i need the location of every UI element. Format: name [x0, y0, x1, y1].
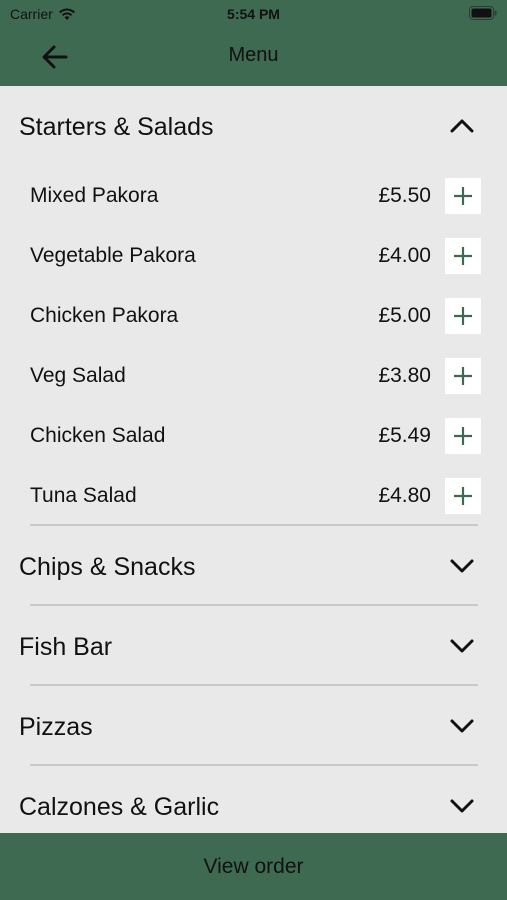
add-item-button[interactable] [445, 178, 481, 214]
item-price: £5.49 [378, 424, 431, 447]
item-name: Mixed Pakora [30, 184, 159, 207]
add-item-button[interactable] [445, 358, 481, 394]
view-order-label: View order [203, 854, 304, 878]
add-item-button[interactable] [445, 238, 481, 274]
chevron-down-icon[interactable] [447, 791, 477, 821]
chevron-up-icon[interactable] [447, 111, 477, 141]
add-item-button[interactable] [445, 478, 481, 514]
menu-item[interactable]: Chicken Salad £5.49 [0, 406, 507, 466]
add-item-button[interactable] [445, 298, 481, 334]
section-title: Chips & Snacks [19, 553, 196, 581]
plus-icon [454, 247, 472, 265]
header-bar: Carrier 5:54 PM Menu [0, 0, 507, 86]
plus-icon [454, 367, 472, 385]
chevron-down-icon[interactable] [447, 551, 477, 581]
status-time: 5:54 PM [227, 6, 280, 22]
chevron-down-icon[interactable] [447, 631, 477, 661]
status-bar: Carrier 5:54 PM [0, 0, 507, 28]
menu-item[interactable]: Vegetable Pakora £4.00 [0, 226, 507, 286]
plus-icon [454, 487, 472, 505]
plus-icon [454, 427, 472, 445]
battery-icon [469, 6, 497, 20]
item-price: £3.80 [378, 364, 431, 387]
section-title: Pizzas [19, 713, 93, 741]
section-title: Starters & Salads [19, 113, 214, 141]
menu-item[interactable]: Tuna Salad £4.80 [0, 466, 507, 526]
item-name: Veg Salad [30, 364, 126, 387]
item-price: £5.00 [378, 304, 431, 327]
item-name: Vegetable Pakora [30, 244, 196, 267]
menu-item[interactable]: Veg Salad £3.80 [0, 346, 507, 406]
section-header-pizzas[interactable]: Pizzas [0, 686, 507, 766]
item-name: Chicken Salad [30, 424, 166, 447]
section-title: Fish Bar [19, 633, 113, 661]
menu-item[interactable]: Chicken Pakora £5.00 [0, 286, 507, 346]
section-header-fish-bar[interactable]: Fish Bar [0, 606, 507, 686]
section-header-chips[interactable]: Chips & Snacks [0, 526, 507, 606]
add-item-button[interactable] [445, 418, 481, 454]
item-price: £5.50 [378, 184, 431, 207]
section-title: Calzones & Garlic [19, 793, 220, 821]
item-name: Tuna Salad [30, 484, 137, 507]
plus-icon [454, 307, 472, 325]
menu-list[interactable]: Starters & Salads Mixed Pakora £5.50 Veg… [0, 86, 507, 833]
view-order-button[interactable]: View order [0, 833, 507, 900]
item-price: £4.80 [378, 484, 431, 507]
nav-bar: Menu [0, 28, 507, 86]
item-name: Chicken Pakora [30, 304, 179, 327]
item-price: £4.00 [378, 244, 431, 267]
page-title: Menu [228, 44, 279, 66]
chevron-down-icon[interactable] [447, 711, 477, 741]
plus-icon [454, 187, 472, 205]
menu-item[interactable]: Mixed Pakora £5.50 [0, 166, 507, 226]
section-header-calzones[interactable]: Calzones & Garlic [0, 766, 507, 833]
section-header-starters[interactable]: Starters & Salads [0, 86, 507, 166]
